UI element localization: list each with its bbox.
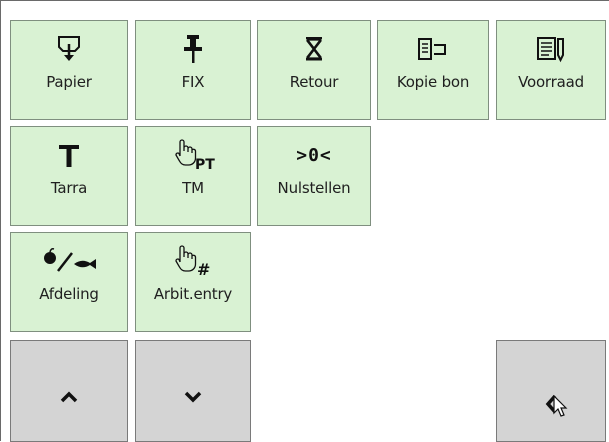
zero-icon: >0<	[284, 137, 344, 173]
touch-hash-icon: #	[163, 243, 223, 279]
afdeling-button[interactable]: Afdeling	[10, 232, 128, 332]
retour-label: Retour	[289, 73, 339, 91]
back-button[interactable]	[496, 340, 606, 442]
tm-button[interactable]: PT TM	[135, 126, 251, 226]
voorraad-button[interactable]: Voorraad	[496, 20, 606, 120]
fix-label: FIX	[181, 73, 205, 91]
paper-feed-icon	[39, 31, 99, 67]
chevron-down-icon	[184, 391, 202, 403]
scroll-down-button[interactable]	[135, 340, 251, 442]
scroll-up-button[interactable]	[10, 340, 128, 442]
kopie-bon-button[interactable]: Kopie bon	[377, 20, 489, 120]
tare-icon	[39, 137, 99, 173]
department-icon	[39, 243, 99, 279]
papier-button[interactable]: Papier	[10, 20, 128, 120]
function-key-panel: Papier FIX Retour Kopie bon Voorraad Tar…	[0, 0, 609, 442]
tm-label: TM	[182, 179, 204, 197]
stock-icon	[521, 31, 581, 67]
chevron-up-icon	[60, 391, 78, 403]
tm-icon-text: PT	[195, 157, 215, 172]
nulstellen-label: Nulstellen	[277, 179, 351, 197]
return-icon	[284, 31, 344, 67]
kopie-bon-label: Kopie bon	[396, 73, 470, 91]
voorraad-label: Voorraad	[518, 73, 584, 91]
papier-label: Papier	[46, 73, 92, 91]
afdeling-label: Afdeling	[39, 285, 99, 303]
tarra-label: Tarra	[50, 179, 88, 197]
nulstellen-button[interactable]: >0< Nulstellen	[257, 126, 371, 226]
mouse-cursor-icon	[553, 395, 568, 417]
arbit-entry-label: Arbit.entry	[153, 285, 233, 303]
copy-receipt-icon	[403, 31, 463, 67]
tarra-button[interactable]: Tarra	[10, 126, 128, 226]
arbit-entry-button[interactable]: # Arbit.entry	[135, 232, 251, 332]
arbit-entry-icon-text: #	[197, 260, 210, 278]
retour-button[interactable]: Retour	[257, 20, 371, 120]
fix-button[interactable]: FIX	[135, 20, 251, 120]
touch-pt-icon: PT	[163, 137, 223, 173]
zero-icon-text: >0<	[296, 144, 332, 166]
pushpin-icon	[163, 31, 223, 67]
